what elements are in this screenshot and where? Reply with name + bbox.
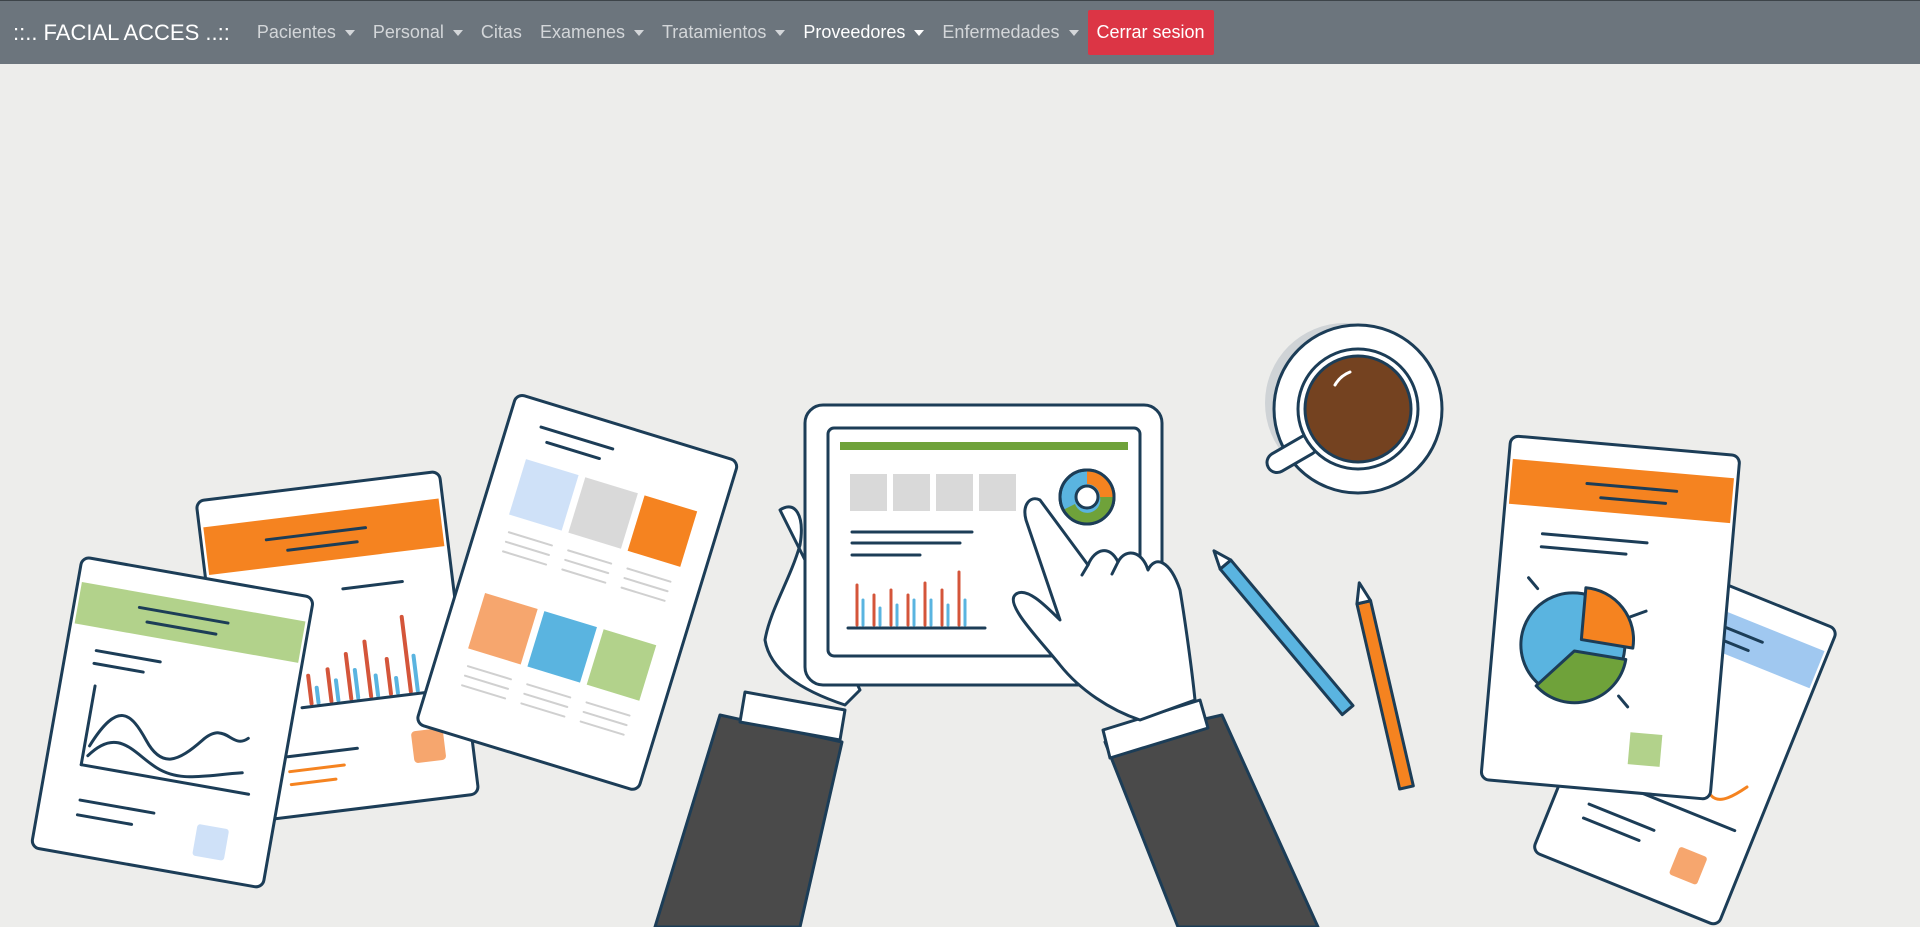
left-sleeve [653,713,844,927]
nav-personal-label: Personal [372,22,444,42]
nav-proveedores-label: Proveedores [803,22,906,42]
nav-enfermedades-label: Enfermedades [942,22,1060,42]
chevron-down-icon [914,29,925,36]
nav-examenes-label: Examenes [539,22,625,42]
logout-button[interactable]: Cerrar sesion [1087,10,1214,55]
top-navbar: ::.. FACIAL ACCES ..:: Pacientes Persona… [0,0,1920,64]
nav-citas[interactable]: Citas [481,22,522,43]
nav-examenes[interactable]: Examenes [540,22,644,43]
nav-pacientes[interactable]: Pacientes [257,22,355,43]
chevron-down-icon [633,29,644,36]
chevron-down-icon [1068,29,1079,36]
nav-proveedores[interactable]: Proveedores [803,22,925,43]
nav-pacientes-label: Pacientes [256,22,336,42]
nav-tratamientos[interactable]: Tratamientos [661,22,786,43]
pen-icon [1212,549,1355,717]
document-line-chart-icon [30,556,314,889]
nav-citas-label: Citas [480,22,522,42]
nav-personal[interactable]: Personal [373,22,463,43]
coffee-cup-icon [1265,323,1444,495]
chevron-down-icon [344,29,355,36]
hero-illustration [30,323,1837,927]
nav-tratamientos-label: Tratamientos [661,22,767,42]
brand-logo[interactable]: ::.. FACIAL ACCES ..:: [13,20,230,46]
document-tiles-icon [416,394,739,791]
pencil-icon [1355,581,1415,791]
nav-enfermedades[interactable]: Enfermedades [942,22,1079,43]
chevron-down-icon [775,29,786,36]
chevron-down-icon [452,29,463,36]
document-pie-chart-icon [1479,434,1741,801]
